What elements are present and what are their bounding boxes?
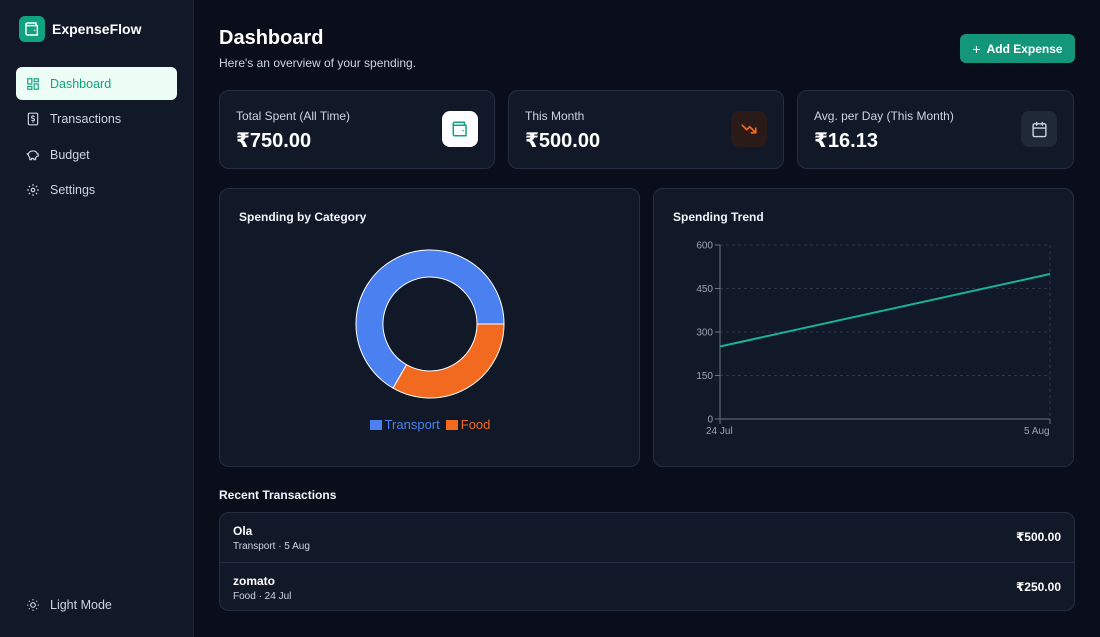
sidebar-item-label: Budget <box>50 147 90 162</box>
plus-icon: + <box>972 40 981 57</box>
y-tick-label: 300 <box>696 328 713 339</box>
trending-down-icon <box>731 111 767 147</box>
wallet-logo-icon <box>19 16 45 42</box>
y-tick-label: 450 <box>696 284 713 295</box>
line-chart: 0 150 300 450 600 24 Jul 5 Aug <box>696 241 1051 437</box>
transaction-row[interactable]: Ola Transport · 5 Aug ₹500.00 <box>220 513 1074 563</box>
stat-card-average: Avg. per Day (This Month) ₹16.13 <box>797 90 1074 169</box>
main-content: Dashboard Here's an overview of your spe… <box>194 0 1100 637</box>
sidebar-item-budget[interactable]: Budget <box>16 138 177 171</box>
sidebar-item-label: Dashboard <box>50 76 112 91</box>
receipt-icon <box>26 112 40 126</box>
stat-value: ₹500.00 <box>525 130 601 152</box>
legend-item-transport[interactable]: Transport <box>369 417 440 432</box>
stat-label: This Month <box>525 109 585 123</box>
page-title: Dashboard <box>219 27 324 49</box>
sidebar-item-dashboard[interactable]: Dashboard <box>16 67 177 100</box>
transaction-meta: Transport · 5 Aug <box>233 541 310 552</box>
recent-transactions-title: Recent Transactions <box>219 488 337 502</box>
legend-item-food[interactable]: Food <box>445 417 491 432</box>
app-name: ExpenseFlow <box>52 21 142 37</box>
legend-label: Transport <box>384 417 440 432</box>
legend-label: Food <box>460 417 491 432</box>
donut-chart <box>355 249 505 399</box>
x-tick-label: 5 Aug <box>1024 426 1050 437</box>
legend-swatch <box>369 419 382 430</box>
y-tick-label: 150 <box>696 371 713 382</box>
trend-chart-card: Spending Trend 0 150 300 450 600 24 Jul 5 Aug <box>653 188 1074 467</box>
dashboard-icon <box>26 77 40 91</box>
calendar-icon <box>1021 111 1057 147</box>
wallet-icon <box>442 111 478 147</box>
theme-toggle-container: Light Mode <box>16 588 177 624</box>
stat-value: ₹750.00 <box>236 130 312 152</box>
donut-slice-food[interactable] <box>392 323 505 399</box>
gear-icon <box>26 183 40 197</box>
sidebar-item-label: Settings <box>50 183 96 197</box>
sidebar-item-label: Transactions <box>50 112 122 126</box>
transaction-amount: ₹500.00 <box>1015 530 1061 544</box>
stat-label: Total Spent (All Time) <box>236 109 351 123</box>
x-tick-label: 24 Jul <box>706 426 733 437</box>
stat-label: Avg. per Day (This Month) <box>814 109 954 123</box>
sidebar: ExpenseFlow Dashboard Transactions Budge… <box>0 0 194 637</box>
transactions-list: Ola Transport · 5 Aug ₹500.00 zomato Foo… <box>219 512 1075 611</box>
page-subtitle: Here's an overview of your spending. <box>219 56 417 70</box>
sidebar-nav: Dashboard Transactions Budget Settings <box>16 67 177 209</box>
brand[interactable]: ExpenseFlow <box>19 16 141 42</box>
y-tick-label: 600 <box>696 241 713 252</box>
add-expense-label: Add Expense <box>986 41 1063 56</box>
add-expense-button[interactable]: + Add Expense <box>960 34 1075 63</box>
sidebar-item-transactions[interactable]: Transactions <box>16 103 177 136</box>
transaction-amount: ₹250.00 <box>1015 580 1061 594</box>
legend-swatch <box>445 419 458 430</box>
stat-card-total: Total Spent (All Time) ₹750.00 <box>219 90 495 169</box>
transaction-name: zomato <box>233 574 275 588</box>
transaction-meta: Food · 24 Jul <box>233 591 292 602</box>
transaction-name: Ola <box>233 524 253 538</box>
light-mode-toggle[interactable]: Light Mode <box>16 588 177 621</box>
stat-card-month: This Month ₹500.00 <box>508 90 784 169</box>
chart-legend: Transport Food <box>220 417 640 432</box>
category-chart-card: Spending by Category Transport Food <box>219 188 640 467</box>
y-tick-label: 0 <box>707 415 713 426</box>
light-mode-label: Light Mode <box>50 597 112 612</box>
sidebar-item-settings[interactable]: Settings <box>16 174 177 207</box>
sun-icon <box>26 598 40 612</box>
piggy-bank-icon <box>26 148 40 162</box>
transaction-row[interactable]: zomato Food · 24 Jul ₹250.00 <box>220 563 1074 612</box>
trend-line[interactable] <box>719 273 1051 348</box>
stat-value: ₹16.13 <box>814 130 878 152</box>
